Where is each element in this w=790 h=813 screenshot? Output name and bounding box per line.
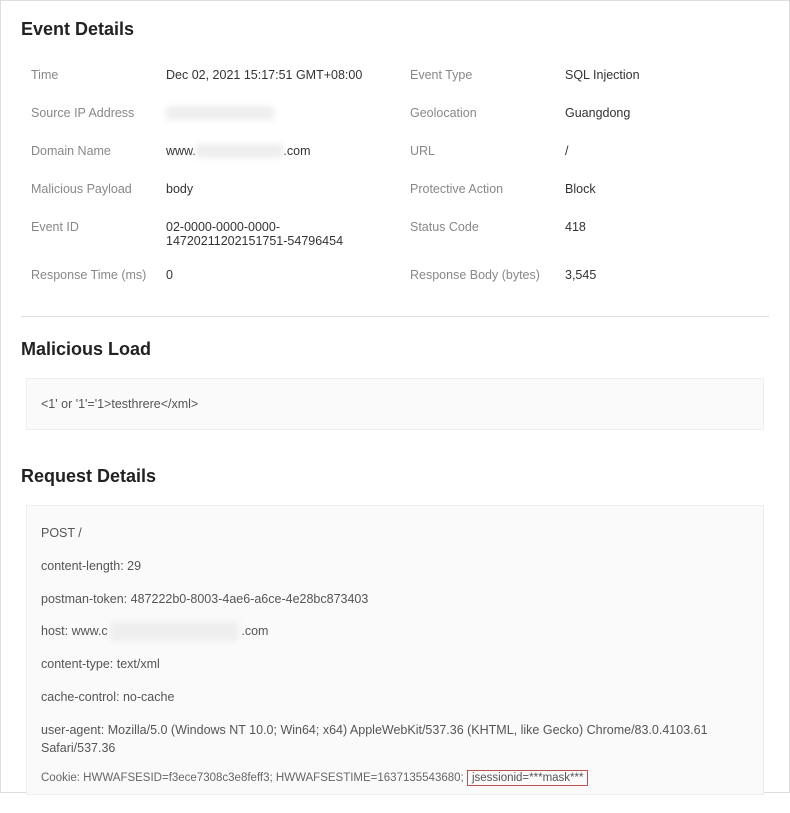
event-id-label: Event ID	[31, 220, 166, 234]
time-value: Dec 02, 2021 15:17:51 GMT+08:00	[166, 68, 372, 82]
source-ip-value: hidden	[166, 106, 284, 120]
geolocation-value: Guangdong	[565, 106, 640, 120]
malicious-load-box: <1' or '1'='1>testhrere</xml>	[26, 378, 764, 430]
response-body-label: Response Body (bytes)	[410, 268, 565, 282]
detail-row-time: Time Dec 02, 2021 15:17:51 GMT+08:00	[31, 58, 390, 96]
detail-row-event-id: Event ID 02-0000-0000-0000-1472021120215…	[31, 210, 390, 258]
protective-action-label: Protective Action	[410, 182, 565, 196]
protective-action-value: Block	[565, 182, 606, 196]
request-line-method: POST /	[41, 524, 749, 543]
detail-row-domain-name: Domain Name www.hidden.com	[31, 134, 390, 172]
malicious-load-content: <1' or '1'='1>testhrere</xml>	[41, 397, 198, 411]
request-details-title: Request Details	[21, 466, 769, 487]
status-code-label: Status Code	[410, 220, 565, 234]
request-line-content-length: content-length: 29	[41, 557, 749, 576]
request-line-postman-token: postman-token: 487222b0-8003-4ae6-a6ce-4…	[41, 590, 749, 609]
detail-row-response-body: Response Body (bytes) 3,545	[410, 258, 769, 296]
response-body-value: 3,545	[565, 268, 606, 282]
detail-row-status-code: Status Code 418	[410, 210, 769, 258]
geolocation-label: Geolocation	[410, 106, 565, 120]
source-ip-label: Source IP Address	[31, 106, 166, 120]
malicious-load-title: Malicious Load	[21, 339, 769, 360]
request-line-cache-control: cache-control: no-cache	[41, 688, 749, 707]
domain-name-value: www.hidden.com	[166, 144, 321, 158]
payload-label: Malicious Payload	[31, 182, 166, 196]
cookie-prefix: Cookie: HWWAFSESID=f3ece7308c3e8feff3; H…	[41, 772, 464, 784]
event-details-panel: Event Details Time Dec 02, 2021 15:17:51…	[1, 1, 789, 813]
event-id-value: 02-0000-0000-0000-14720211202151751-5479…	[166, 220, 376, 248]
detail-row-event-type: Event Type SQL Injection	[410, 58, 769, 96]
status-code-value: 418	[565, 220, 596, 234]
detail-row-url: URL /	[410, 134, 769, 172]
event-details-grid: Time Dec 02, 2021 15:17:51 GMT+08:00 Eve…	[21, 58, 769, 296]
event-type-value: SQL Injection	[565, 68, 650, 82]
event-type-label: Event Type	[410, 68, 565, 82]
detail-row-payload: Malicious Payload body	[31, 172, 390, 210]
url-label: URL	[410, 144, 565, 158]
event-details-title: Event Details	[21, 19, 769, 40]
request-line-user-agent: user-agent: Mozilla/5.0 (Windows NT 10.0…	[41, 721, 749, 759]
detail-row-geolocation: Geolocation Guangdong	[410, 96, 769, 134]
response-time-label: Response Time (ms)	[31, 268, 166, 282]
request-line-content-type: content-type: text/xml	[41, 655, 749, 674]
detail-row-source-ip: Source IP Address hidden	[31, 96, 390, 134]
cookie-masked-highlight: jsessionid=***mask***	[467, 770, 589, 786]
time-label: Time	[31, 68, 166, 82]
request-details-box: POST / content-length: 29 postman-token:…	[26, 505, 764, 795]
detail-row-protective-action: Protective Action Block	[410, 172, 769, 210]
request-line-cookie: Cookie: HWWAFSESID=f3ece7308c3e8feff3; H…	[41, 772, 749, 784]
response-time-value: 0	[166, 268, 183, 282]
url-value: /	[565, 144, 578, 158]
request-line-host: host: www.chiddenhostxx.com	[41, 622, 749, 641]
domain-name-label: Domain Name	[31, 144, 166, 158]
payload-value: body	[166, 182, 203, 196]
section-divider	[21, 316, 769, 317]
detail-row-response-time: Response Time (ms) 0	[31, 258, 390, 296]
